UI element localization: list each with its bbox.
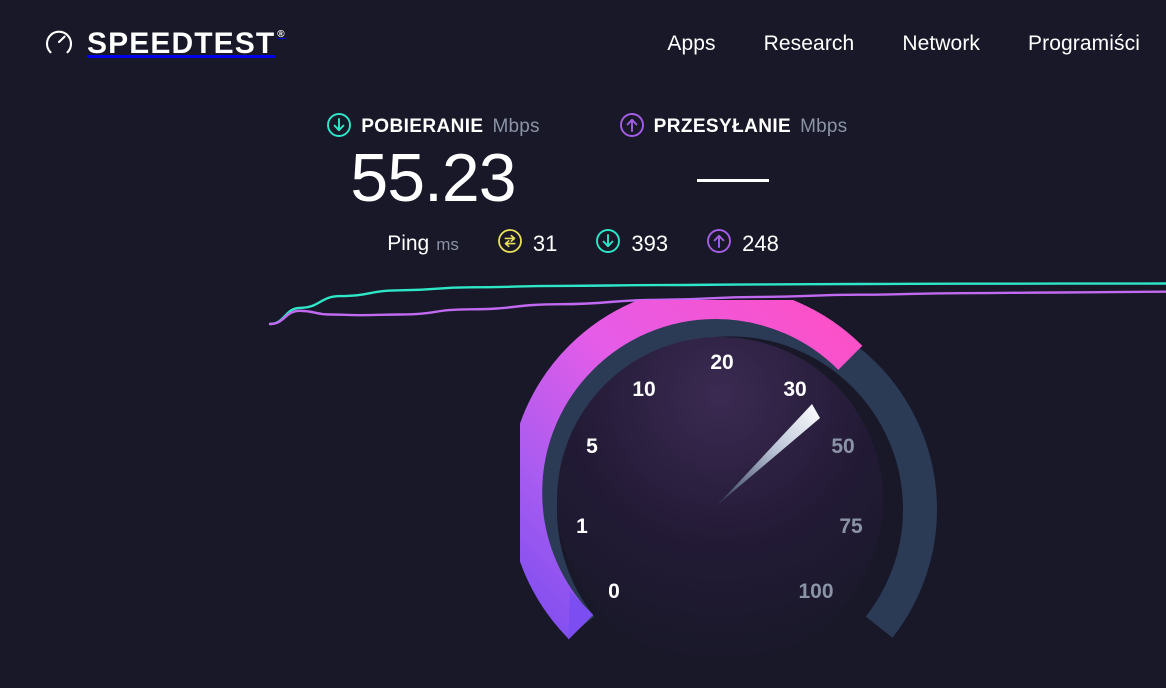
latency-idle-icon <box>497 228 523 259</box>
speedometer-icon <box>44 27 74 62</box>
ping-row: Ping ms 31 393 248 <box>0 228 1166 259</box>
download-arrow-icon <box>595 228 621 259</box>
gauge-tick-75: 75 <box>839 515 863 538</box>
upload-label-row: PRZESYŁANIE Mbps <box>619 112 848 142</box>
upload-result: PRZESYŁANIE Mbps <box>583 112 883 214</box>
download-arrow-icon <box>326 112 352 143</box>
site-header: SPEEDTEST ® Apps Research Network Progra… <box>0 0 1166 88</box>
ping-idle-value: 31 <box>532 230 558 256</box>
ping-unit: ms <box>436 234 459 254</box>
gauge-tick-50: 50 <box>831 435 855 458</box>
download-value: 55.23 <box>350 140 516 216</box>
download-label: POBIERANIE <box>361 116 484 137</box>
download-unit: Mbps <box>492 116 540 137</box>
nav-item-apps[interactable]: Apps <box>667 32 715 56</box>
ping-upload: 248 <box>706 228 779 259</box>
gauge-face <box>557 337 883 663</box>
upload-arrow-icon <box>706 228 732 259</box>
gauge-tick-1: 1 <box>576 515 588 538</box>
brand-trademark: ® <box>277 29 286 40</box>
upload-arrow-icon <box>619 112 645 143</box>
ping-download-value: 393 <box>631 230 669 256</box>
gauge-tick-0: 0 <box>608 580 620 603</box>
results-panel: POBIERANIE Mbps 55.23 PRZESYŁANIE Mbps P… <box>0 112 1166 259</box>
ping-download: 393 <box>595 228 668 259</box>
nav-item-network[interactable]: Network <box>902 32 980 56</box>
nav-item-programisci[interactable]: Programiści <box>1028 32 1140 56</box>
download-result: POBIERANIE Mbps 55.23 <box>283 112 583 214</box>
gauge-tick-20: 20 <box>710 351 734 374</box>
gauge-tick-100: 100 <box>798 580 834 603</box>
ping-upload-value: 248 <box>742 230 779 256</box>
nav-item-research[interactable]: Research <box>764 32 855 56</box>
brand-logo[interactable]: SPEEDTEST ® <box>44 27 286 62</box>
brand-name: SPEEDTEST <box>87 27 276 60</box>
upload-label: PRZESYŁANIE <box>653 116 792 137</box>
gauge-tick-30: 30 <box>783 378 807 401</box>
upload-value <box>697 144 769 214</box>
ping-title: Ping ms <box>387 232 459 256</box>
speed-gauge: 0 1 5 10 20 30 50 75 100 38.33 Mbps <box>0 300 1166 688</box>
main-nav: Apps Research Network Programiści <box>667 32 1140 56</box>
download-label-row: POBIERANIE Mbps <box>326 112 540 142</box>
brand-name-wrap: SPEEDTEST ® <box>87 27 286 61</box>
speed-results: POBIERANIE Mbps 55.23 PRZESYŁANIE Mbps <box>0 112 1166 214</box>
speedtest-page: SPEEDTEST ® Apps Research Network Progra… <box>0 0 1166 688</box>
ping-idle: 31 <box>497 228 557 259</box>
upload-unit: Mbps <box>800 116 848 137</box>
gauge-tick-5: 5 <box>586 435 598 458</box>
gauge-tick-10: 10 <box>632 378 656 401</box>
ping-label: Ping <box>387 231 430 255</box>
